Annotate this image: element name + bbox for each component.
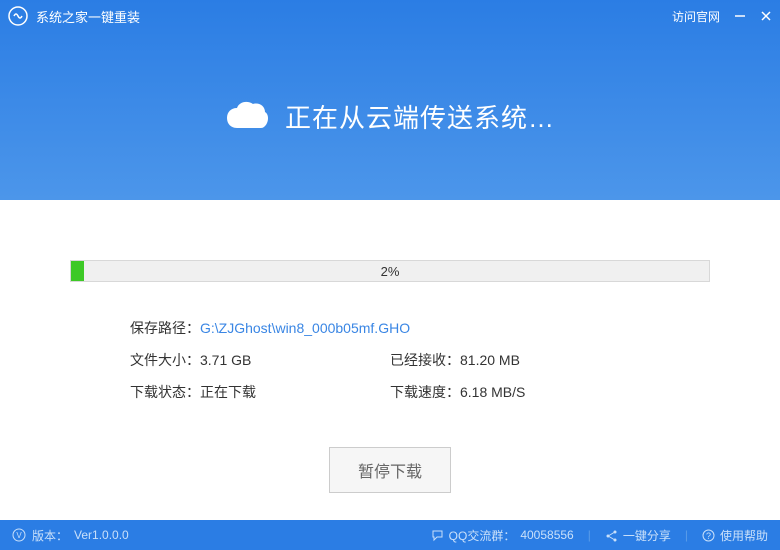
help-label: 使用帮助 bbox=[720, 527, 768, 544]
received-value: 81.20 MB bbox=[460, 352, 520, 368]
help-icon: ? bbox=[702, 529, 715, 542]
svg-text:V: V bbox=[16, 531, 22, 540]
chat-icon bbox=[431, 529, 444, 542]
share-label: 一键分享 bbox=[623, 527, 671, 544]
hero-text: 正在从云端传送系统… bbox=[285, 98, 555, 135]
app-logo-icon bbox=[8, 6, 28, 26]
status-value: 正在下载 bbox=[200, 384, 256, 400]
app-title: 系统之家一键重装 bbox=[36, 7, 672, 26]
qq-label: QQ交流群： bbox=[449, 527, 516, 544]
svg-text:?: ? bbox=[706, 531, 711, 541]
save-path-label: 保存路径： bbox=[130, 320, 200, 336]
progress-percent: 2% bbox=[71, 261, 709, 281]
share-link[interactable]: 一键分享 bbox=[605, 527, 671, 544]
received-label: 已经接收： bbox=[390, 352, 460, 368]
speed-label: 下载速度： bbox=[390, 384, 460, 400]
version-icon: V bbox=[12, 528, 26, 542]
qq-group-link[interactable]: QQ交流群： 40058556 bbox=[431, 527, 574, 544]
pause-download-button[interactable]: 暂停下载 bbox=[329, 447, 451, 493]
speed-value: 6.18 MB/S bbox=[460, 384, 525, 400]
save-path-row: 保存路径：G:\ZJGhost\win8_000b05mf.GHO bbox=[130, 318, 650, 338]
close-button[interactable] bbox=[760, 10, 772, 22]
progress-bar: 2% bbox=[70, 260, 710, 282]
version-label: 版本： bbox=[32, 527, 68, 544]
footer: V 版本：Ver1.0.0.0 QQ交流群：40058556 | 一键分享 | … bbox=[0, 520, 780, 550]
file-size-value: 3.71 GB bbox=[200, 352, 251, 368]
speed-row: 下载速度：6.18 MB/S bbox=[390, 382, 650, 402]
minimize-button[interactable] bbox=[734, 10, 746, 22]
hero-banner: 正在从云端传送系统… bbox=[0, 32, 780, 200]
share-icon bbox=[605, 529, 618, 542]
received-row: 已经接收：81.20 MB bbox=[390, 350, 650, 370]
version-value: Ver1.0.0.0 bbox=[74, 528, 129, 542]
status-label: 下载状态： bbox=[130, 384, 200, 400]
file-size-row: 文件大小：3.71 GB bbox=[130, 350, 390, 370]
qq-value: 40058556 bbox=[520, 528, 573, 542]
footer-separator: | bbox=[588, 528, 591, 542]
status-row: 下载状态：正在下载 bbox=[130, 382, 390, 402]
visit-website-link[interactable]: 访问官网 bbox=[672, 8, 720, 25]
help-link[interactable]: ? 使用帮助 bbox=[702, 527, 768, 544]
download-info: 保存路径：G:\ZJGhost\win8_000b05mf.GHO 文件大小：3… bbox=[70, 318, 710, 402]
titlebar: 系统之家一键重装 访问官网 bbox=[0, 0, 780, 32]
file-size-label: 文件大小： bbox=[130, 352, 200, 368]
footer-separator: | bbox=[685, 528, 688, 542]
save-path-value: G:\ZJGhost\win8_000b05mf.GHO bbox=[200, 320, 410, 336]
cloud-icon bbox=[225, 100, 271, 132]
